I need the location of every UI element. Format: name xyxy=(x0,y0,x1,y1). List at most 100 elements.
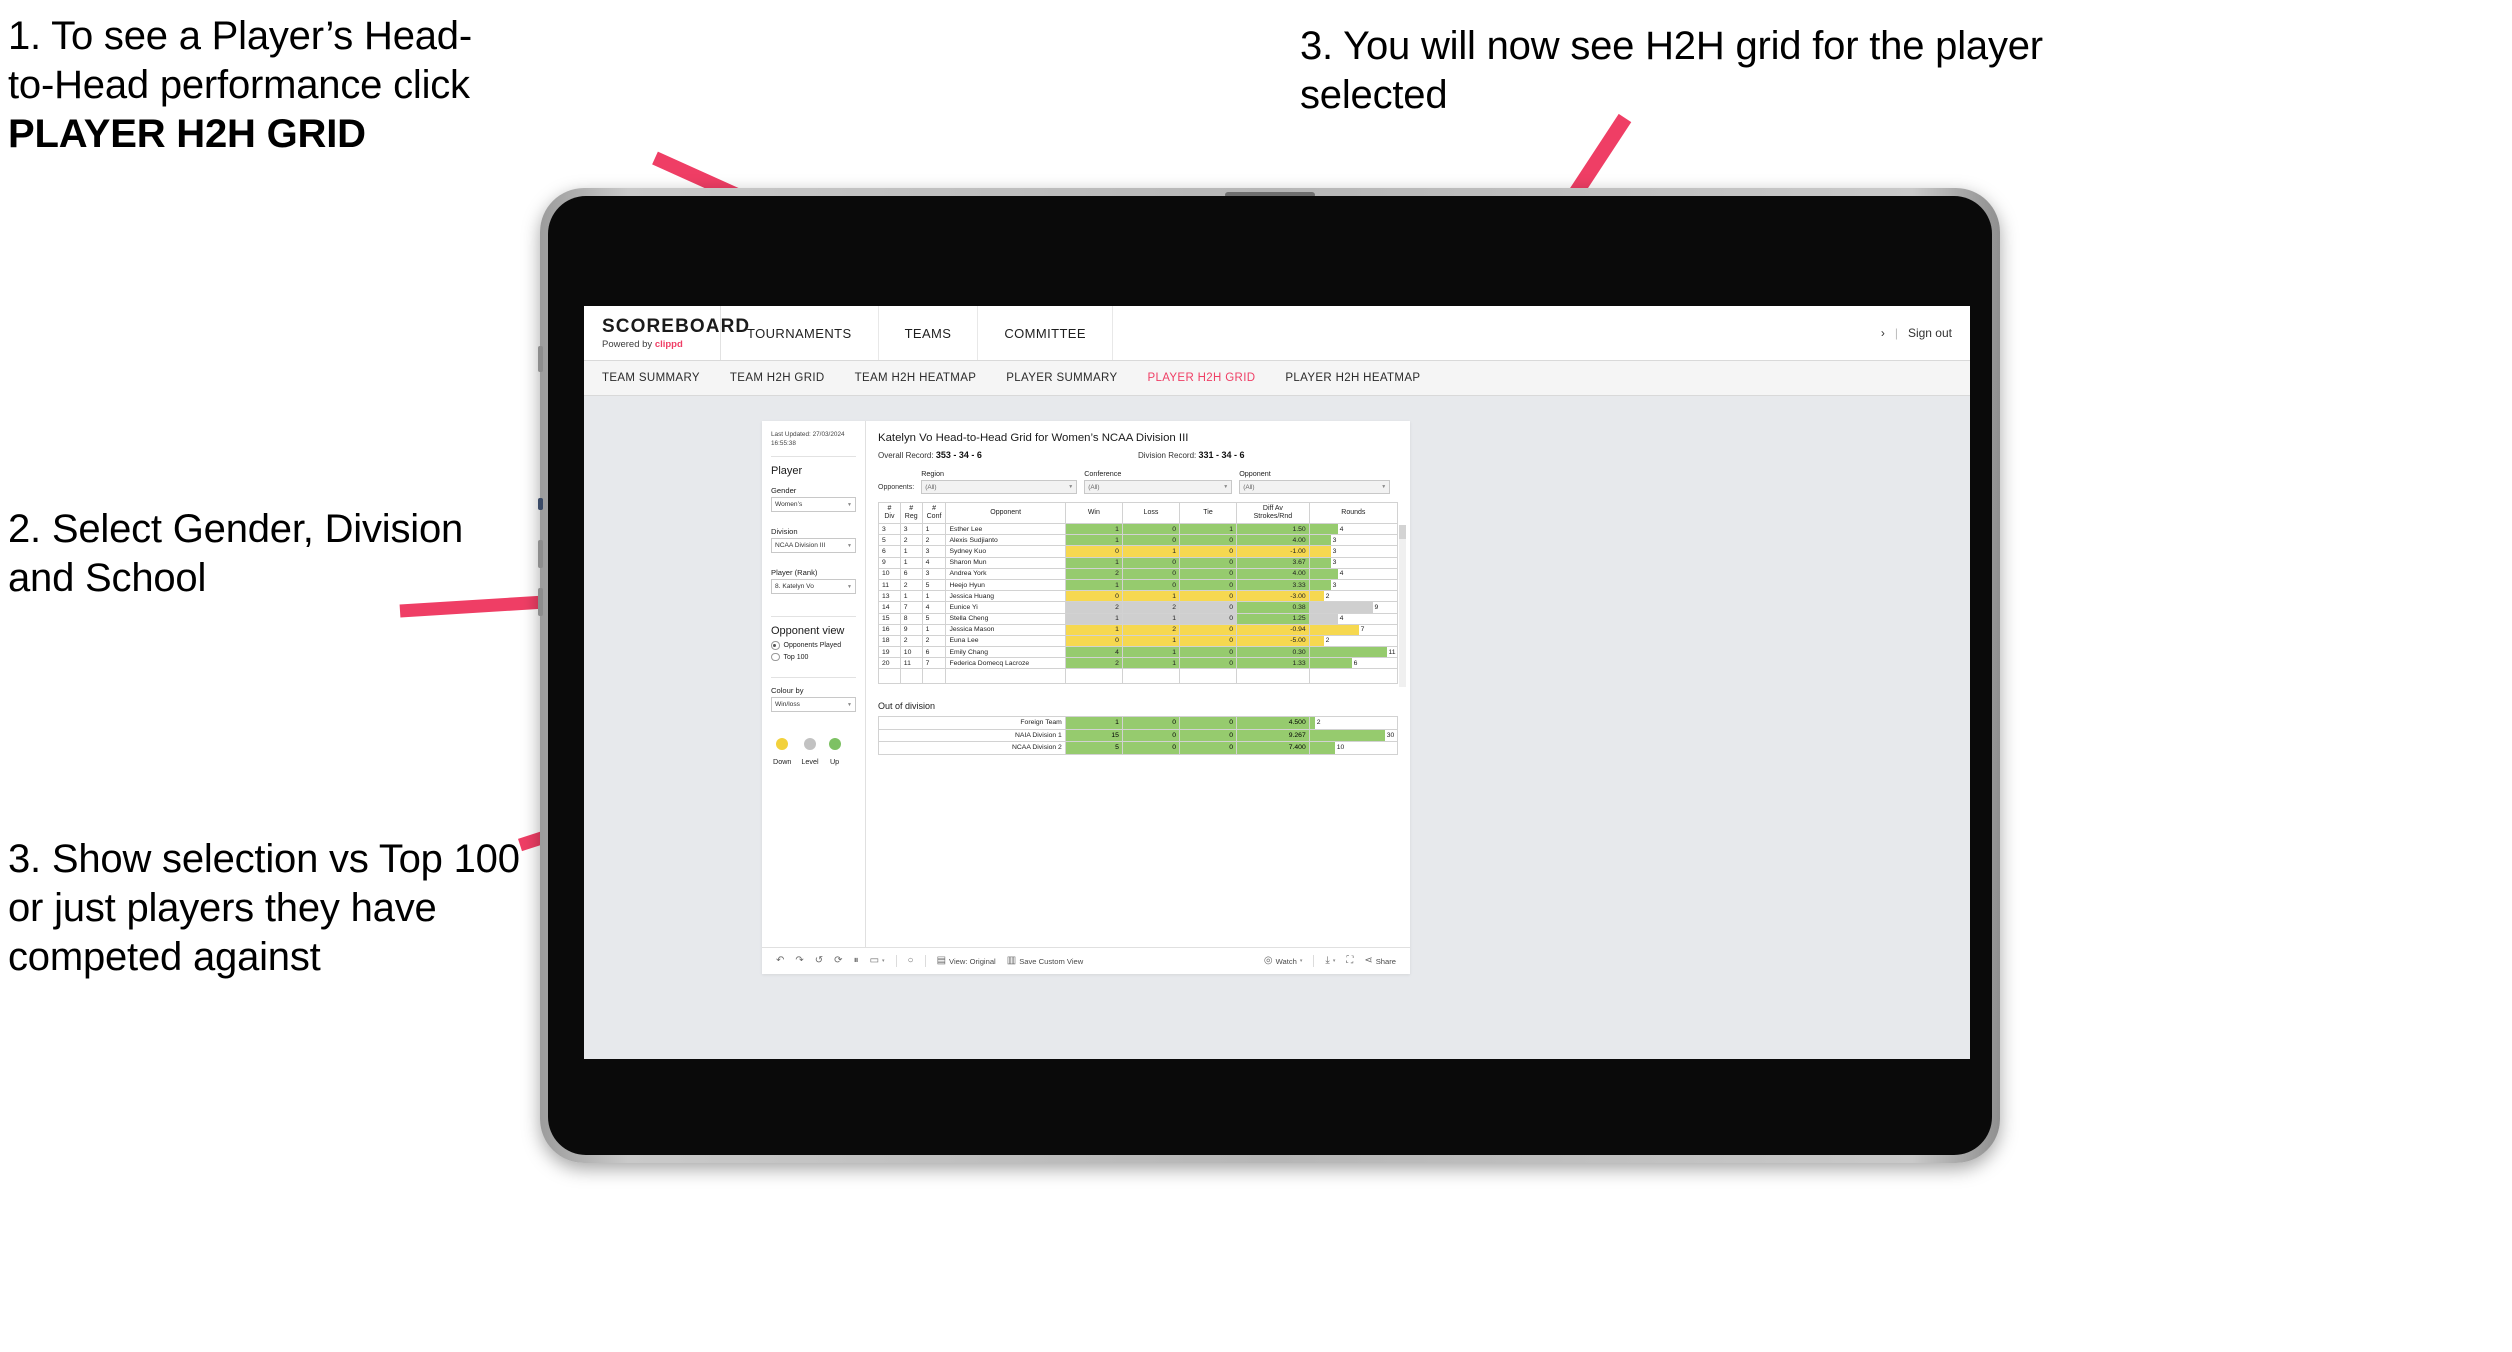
opponent-select[interactable]: (All) ▼ xyxy=(1239,480,1391,494)
table-row[interactable]: Foreign Team 1 0 0 4.500 2 xyxy=(878,716,1399,730)
radio-top-100[interactable]: Top 100 xyxy=(771,652,856,662)
header-right-actions: › | Sign out xyxy=(1881,326,1970,340)
radio-opponents-played[interactable]: Opponents Played xyxy=(771,641,856,650)
account-chevron-icon[interactable]: › xyxy=(1881,326,1885,340)
save-custom-view-button[interactable]: ▥ Save Custom View xyxy=(1007,956,1083,966)
player-rank-label: Player (Rank) xyxy=(771,568,818,578)
subnav-item-player-summary[interactable]: PLAYER SUMMARY xyxy=(1006,372,1117,384)
watch-button[interactable]: ◎ Watch ▾ xyxy=(1264,956,1303,966)
cell-diff: 0.30 xyxy=(1236,646,1310,659)
topnav-item-tournaments[interactable]: TOURNAMENTS xyxy=(721,306,879,360)
table-row[interactable]: 10 6 3 Andrea York 2 0 0 4.00 4 xyxy=(878,567,1398,580)
dashboard-content: Katelyn Vo Head-to-Head Grid for Women’s… xyxy=(866,421,1410,947)
table-row[interactable]: 9 1 4 Sharon Mun 1 0 0 3.67 3 xyxy=(878,556,1398,569)
cell-win: 1 xyxy=(1064,522,1123,536)
cell-loss: 0 xyxy=(1121,522,1180,536)
cell-opponent: Federica Domecq Lacroze xyxy=(945,657,1066,670)
cell-opponent: Esther Lee xyxy=(945,522,1066,536)
fullscreen-icon[interactable]: ⛶ xyxy=(1346,956,1353,966)
cell-loss: 0 xyxy=(1121,728,1181,742)
table-row[interactable]: 6 1 3 Sydney Kuo 0 1 0 -1.00 3 xyxy=(878,545,1398,558)
grid-scrollbar[interactable] xyxy=(1399,525,1406,687)
division-record-value: 331 - 34 - 6 xyxy=(1198,450,1245,460)
table-row[interactable]: 11 2 5 Heejo Hyun 1 0 0 3.33 3 xyxy=(878,578,1398,592)
cell-reg: 8 xyxy=(899,612,923,625)
view-icon: ▤ xyxy=(936,955,947,966)
download-button[interactable]: ⤓ ▾ xyxy=(1325,956,1335,966)
brand-logo[interactable]: SCOREBOARD Powered by clippd xyxy=(584,306,749,360)
cell-diff: 0.38 xyxy=(1236,601,1310,614)
table-row[interactable]: 15 8 5 Stella Cheng 1 1 0 1.25 4 xyxy=(878,612,1398,625)
cell-tie: 0 xyxy=(1178,646,1238,659)
save-custom-view-label: Save Custom View xyxy=(1019,956,1084,966)
share-button[interactable]: ⋖ Share xyxy=(1364,956,1396,966)
opponent-filters: Opponents: Region (All) ▼ Conference (Al… xyxy=(878,469,1398,494)
table-row[interactable]: NCAA Division 2 5 0 0 7.400 10 xyxy=(878,741,1399,755)
cell-reg: 1 xyxy=(899,590,923,603)
subnav-item-player-h2h-grid[interactable]: PLAYER H2H GRID xyxy=(1147,372,1255,384)
annotation-step-2: 2. Select Gender, Division and School xyxy=(8,507,464,600)
grid-scrollbar-thumb[interactable] xyxy=(1399,525,1406,539)
revert-icon[interactable]: ↺ xyxy=(815,956,823,966)
table-row[interactable]: 14 7 4 Eunice Yi 2 2 0 0.38 9 xyxy=(878,601,1398,614)
conference-select[interactable]: (All) ▼ xyxy=(1084,480,1233,494)
sign-out-link[interactable]: Sign out xyxy=(1908,326,1952,340)
cell-tie: 0 xyxy=(1178,612,1238,625)
subnav-item-team-h2h-grid[interactable]: TEAM H2H GRID xyxy=(730,372,825,384)
table-cell-blank xyxy=(1121,668,1180,685)
cell-diff: 1.25 xyxy=(1236,612,1310,625)
clippd-wordmark: clippd xyxy=(654,338,683,350)
cell-div: 13 xyxy=(878,590,901,603)
player-rank-select[interactable]: 8. Katelyn Vo ▼ xyxy=(771,579,856,595)
cell-opponent: Andrea York xyxy=(945,567,1066,580)
cell-loss: 1 xyxy=(1121,545,1180,558)
chevron-down-icon: ▼ xyxy=(847,583,852,590)
h2h-grid-scroll-area[interactable]: # Div # Reg # Conf Opponent Win Loss Tie Diff Av St… xyxy=(878,502,1398,687)
table-row[interactable]: 16 9 1 Jessica Mason 1 2 0 -0.94 7 xyxy=(878,623,1398,636)
table-row[interactable]: 19 10 6 Emily Chang 4 1 0 0.30 11 xyxy=(878,646,1398,659)
topnav-item-committee[interactable]: COMMITTEE xyxy=(978,306,1113,360)
cell-reg: 2 xyxy=(899,578,923,592)
topnav-item-teams[interactable]: TEAMS xyxy=(879,306,979,360)
cell-rounds: 2 xyxy=(1308,716,1399,730)
colour-by-select[interactable]: Win/loss ▼ xyxy=(771,697,856,713)
browser-viewport: SCOREBOARD Powered by clippd TOURNAMENTS… xyxy=(584,306,1970,1059)
division-label: Division xyxy=(771,527,798,537)
table-row[interactable]: 3 3 1 Esther Lee 1 0 1 1.50 4 xyxy=(878,522,1398,536)
radio-icon xyxy=(771,641,780,650)
cell-win: 5 xyxy=(1064,741,1123,755)
cell-reg: 1 xyxy=(899,556,923,569)
cell-name: NCAA Division 2 xyxy=(878,741,1066,755)
subnav-item-team-summary[interactable]: TEAM SUMMARY xyxy=(602,372,700,384)
table-row[interactable]: NAIA Division 1 15 0 0 9.267 30 xyxy=(878,728,1399,742)
view-original-button[interactable]: ▤ View: Original xyxy=(937,956,996,966)
export-menu[interactable]: ▭ ▾ xyxy=(870,956,885,966)
redo-icon[interactable]: ↷ xyxy=(795,956,803,966)
table-row[interactable]: 20 11 7 Federica Domecq Lacroze 2 1 0 1.33 6 xyxy=(878,657,1398,670)
table-row[interactable]: 18 2 2 Euna Lee 0 1 0 -5.00 2 xyxy=(878,634,1398,648)
undo-icon[interactable]: ↶ xyxy=(776,956,784,966)
chevron-down-icon: ▼ xyxy=(847,501,852,508)
filter-divider-2 xyxy=(771,616,856,618)
subnav-item-team-h2h-heatmap[interactable]: TEAM H2H HEATMAP xyxy=(855,372,977,384)
refresh-icon[interactable]: ⟳ xyxy=(834,956,842,966)
cell-opponent: Heejo Hyun xyxy=(945,578,1066,592)
pause-icon[interactable]: ⏸ xyxy=(854,956,859,966)
cell-diff: 3.33 xyxy=(1236,578,1310,592)
cell-diff: 4.500 xyxy=(1236,716,1310,730)
cell-diff: 1.50 xyxy=(1236,522,1310,536)
division-record: Division Record: 331 - 34 - 6 xyxy=(1138,450,1398,460)
table-row[interactable]: 5 2 2 Alexis Sudjianto 1 0 0 4.00 3 xyxy=(878,534,1398,547)
last-updated-text: Last Updated: 27/03/2024 16:55:38 xyxy=(771,431,845,447)
header-separator: | xyxy=(1894,326,1898,340)
division-select[interactable]: NCAA Division III ▼ xyxy=(771,538,856,554)
opponents-label: Opponents: xyxy=(878,484,915,491)
subnav-item-player-h2h-heatmap[interactable]: PLAYER H2H HEATMAP xyxy=(1285,372,1420,384)
cell-diff: -3.00 xyxy=(1236,590,1310,603)
region-select[interactable]: (All) ▼ xyxy=(921,480,1078,494)
cell-reg: 2 xyxy=(899,534,923,547)
alerts-icon[interactable]: ○ xyxy=(908,956,914,966)
cell-win: 2 xyxy=(1064,567,1123,580)
table-row[interactable]: 13 1 1 Jessica Huang 0 1 0 -3.00 2 xyxy=(878,590,1398,603)
gender-select[interactable]: Women’s ▼ xyxy=(771,497,856,513)
